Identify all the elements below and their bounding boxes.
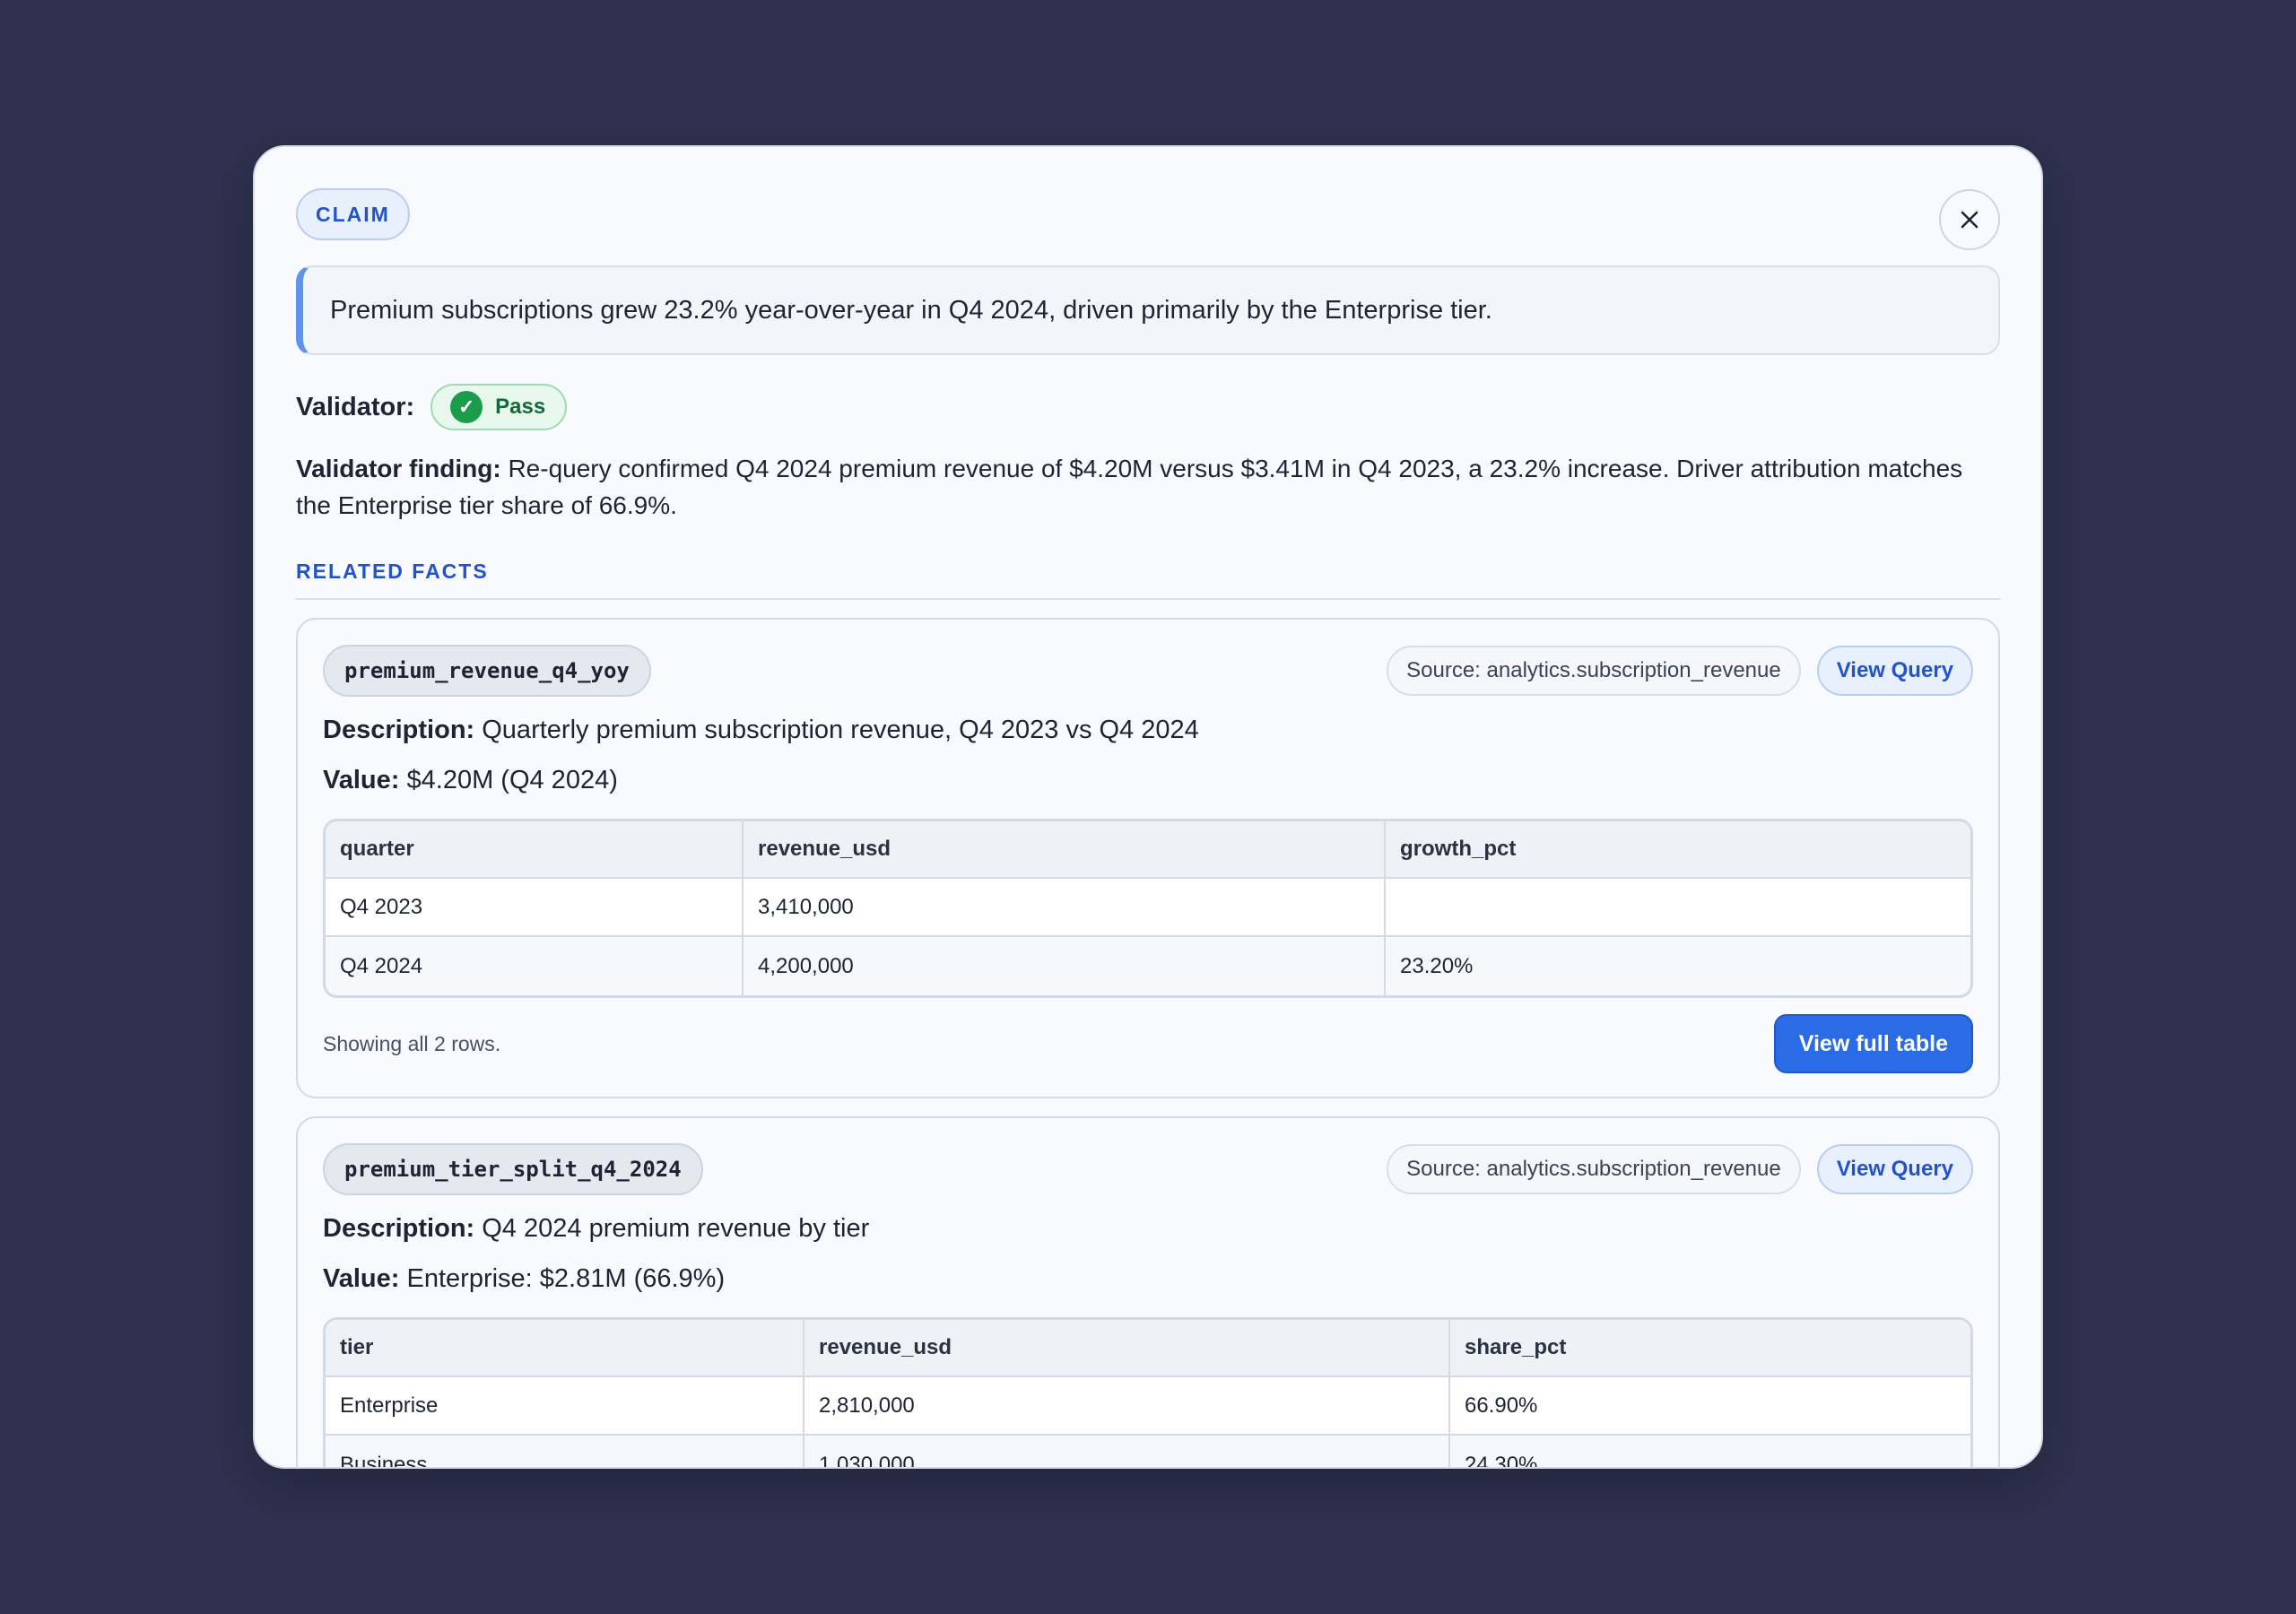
fact-actions: Source: analytics.subscription_revenue V… <box>1387 646 1973 696</box>
fact-data-table: quarter revenue_usd growth_pct Q4 2023 3… <box>323 819 1973 998</box>
rows-note: Showing all 2 rows. <box>323 1031 501 1055</box>
claim-text-box: Premium subscriptions grew 23.2% year-ov… <box>296 265 2000 355</box>
fact-card: premium_tier_split_q4_2024 Source: analy… <box>296 1116 2000 1467</box>
fact-source: Source: analytics.subscription_revenue <box>1387 1144 1801 1194</box>
column-header: share_pct <box>1450 1320 1970 1377</box>
table-cell: Q4 2024 <box>326 937 744 995</box>
table-cell: 24.30% <box>1450 1436 1970 1467</box>
table-cell: Q4 2023 <box>326 879 744 937</box>
column-header: tier <box>326 1320 804 1377</box>
view-query-button[interactable]: View Query <box>1816 646 1973 696</box>
validator-status-text: Pass <box>495 395 546 419</box>
table-header-row: tier revenue_usd share_pct <box>326 1320 1970 1377</box>
table-cell: 3,410,000 <box>744 879 1386 937</box>
fact-description-label: Description: <box>323 716 475 744</box>
modal-header: CLAIM <box>296 188 2000 250</box>
close-button[interactable] <box>1939 189 2000 250</box>
table-cell: 23.20% <box>1386 937 1970 995</box>
claim-text: Premium subscriptions grew 23.2% year-ov… <box>330 295 1492 325</box>
validator-label: Validator: <box>296 392 415 421</box>
validator-finding: Validator finding: Re-query confirmed Q4… <box>296 450 2000 524</box>
fact-value-label: Value: <box>323 1264 400 1293</box>
related-facts-title: RELATED FACTS <box>296 560 2000 600</box>
fact-header: premium_revenue_q4_yoy Source: analytics… <box>323 645 1973 697</box>
column-header: growth_pct <box>1386 821 1970 879</box>
view-query-button[interactable]: View Query <box>1816 1144 1973 1194</box>
fact-card: premium_revenue_q4_yoy Source: analytics… <box>296 618 2000 1098</box>
fact-value-text: Enterprise: $2.81M (66.9%) <box>406 1264 726 1293</box>
table-header-row: quarter revenue_usd growth_pct <box>326 821 1970 879</box>
close-icon <box>1961 211 1979 229</box>
fact-value: Value: $4.20M (Q4 2024) <box>323 763 1973 797</box>
table-cell: Enterprise <box>326 1377 804 1436</box>
fact-data-table: tier revenue_usd share_pct Enterprise 2,… <box>323 1317 1973 1467</box>
validator-row: Validator: ✓ Pass <box>296 384 2000 430</box>
column-header: revenue_usd <box>804 1320 1450 1377</box>
fact-description: Description: Quarterly premium subscript… <box>323 713 1973 747</box>
table-cell: Business <box>326 1436 804 1467</box>
validator-status-badge: ✓ Pass <box>430 384 568 430</box>
column-header: quarter <box>326 821 744 879</box>
column-header: revenue_usd <box>744 821 1386 879</box>
table-cell: 2,810,000 <box>804 1377 1450 1436</box>
claim-detail-modal: CLAIM Premium subscriptions grew 23.2% y… <box>253 145 2043 1469</box>
view-full-table-button[interactable]: View full table <box>1773 1014 1973 1073</box>
fact-value-text: $4.20M (Q4 2024) <box>406 766 618 794</box>
fact-value: Value: Enterprise: $2.81M (66.9%) <box>323 1262 1973 1296</box>
table-cell: 4,200,000 <box>744 937 1386 995</box>
claim-tag: CLAIM <box>296 188 410 240</box>
validator-finding-text: Re-query confirmed Q4 2024 premium reven… <box>296 455 1963 519</box>
table-row: Q4 2024 4,200,000 23.20% <box>326 937 1970 995</box>
fact-description-text: Q4 2024 premium revenue by tier <box>482 1214 870 1243</box>
fact-header: premium_tier_split_q4_2024 Source: analy… <box>323 1143 1973 1195</box>
fact-value-label: Value: <box>323 766 400 794</box>
validator-finding-label: Validator finding: <box>296 455 501 482</box>
fact-footer: Showing all 2 rows. View full table <box>323 1014 1973 1073</box>
table-cell: 66.90% <box>1450 1377 1970 1436</box>
table-row: Enterprise 2,810,000 66.90% <box>326 1377 1970 1436</box>
fact-description: Description: Q4 2024 premium revenue by … <box>323 1211 1973 1245</box>
table-row: Q4 2023 3,410,000 <box>326 879 1970 937</box>
fact-id: premium_revenue_q4_yoy <box>323 645 651 697</box>
fact-description-label: Description: <box>323 1214 475 1243</box>
fact-source: Source: analytics.subscription_revenue <box>1387 646 1801 696</box>
table-cell: 1,030,000 <box>804 1436 1450 1467</box>
table-cell <box>1386 879 1970 937</box>
check-icon: ✓ <box>450 391 483 423</box>
fact-id: premium_tier_split_q4_2024 <box>323 1143 703 1195</box>
fact-description-text: Quarterly premium subscription revenue, … <box>482 716 1199 744</box>
table-row: Business 1,030,000 24.30% <box>326 1436 1970 1467</box>
fact-actions: Source: analytics.subscription_revenue V… <box>1387 1144 1973 1194</box>
